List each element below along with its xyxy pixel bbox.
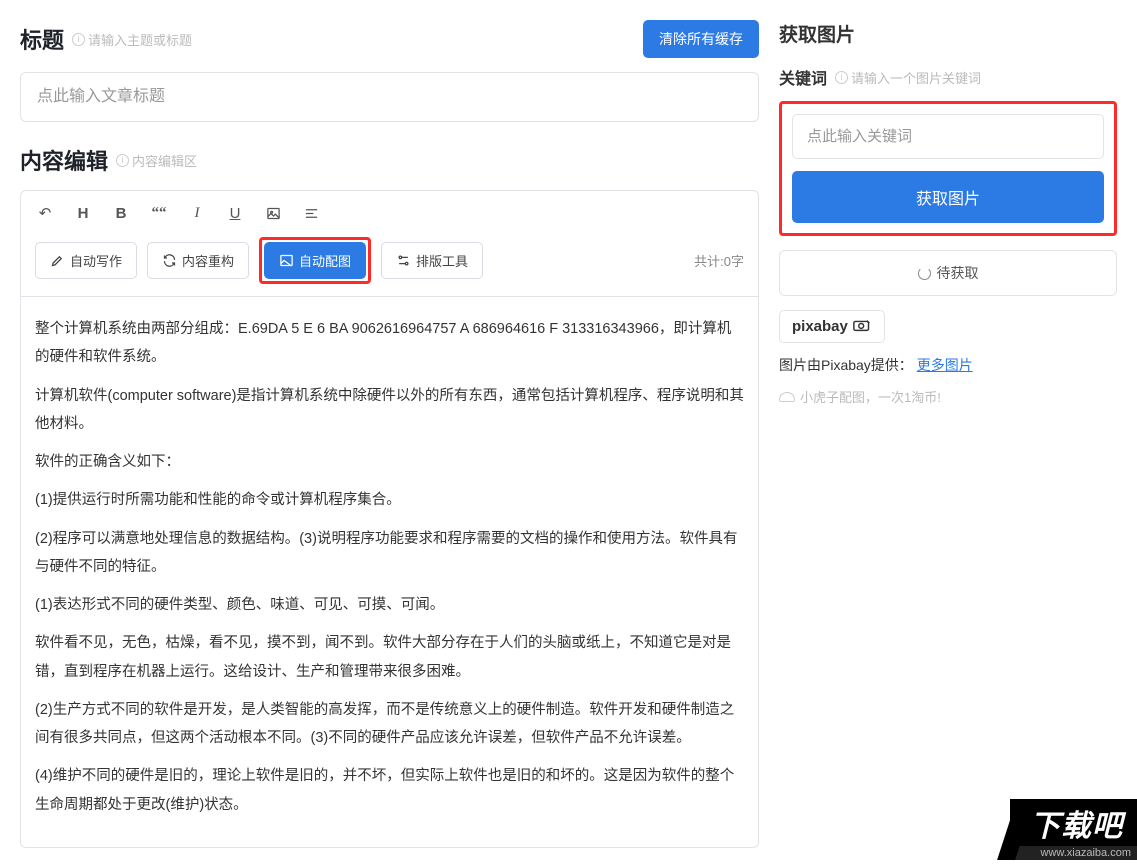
loading-icon — [918, 267, 931, 280]
editor-hint: i 内容编辑区 — [116, 151, 197, 170]
camera-icon — [852, 319, 872, 332]
editor-label: 内容编辑 — [20, 144, 108, 176]
more-images-link[interactable]: 更多图片 — [917, 357, 973, 373]
keyword-highlight-box: 获取图片 — [779, 101, 1117, 236]
paragraph: (4)维护不同的硬件是旧的，理论上软件是旧的，并不坏，但实际上软件也是旧的和坏的… — [35, 762, 744, 819]
paragraph: 软件看不见，无色，枯燥，看不见，摸不到，闻不到。软件大部分存在于人们的头脑或纸上… — [35, 629, 744, 686]
italic-icon[interactable]: I — [187, 203, 207, 223]
auto-image-highlight: 自动配图 — [259, 237, 371, 284]
cost-tip: 小虎子配图，一次1淘币! — [779, 387, 1117, 406]
bold-icon[interactable]: B — [111, 203, 131, 223]
pending-status: 待获取 — [779, 250, 1117, 296]
format-row: ↶ H B ““ I U — [35, 203, 744, 223]
layout-tool-button[interactable]: 排版工具 — [381, 242, 483, 279]
align-left-icon[interactable] — [301, 203, 321, 223]
keyword-hint: i 请输入一个图片关键词 — [835, 68, 981, 87]
refresh-icon — [162, 253, 177, 268]
watermark-text: 下载吧 — [1010, 799, 1137, 846]
paragraph: (2)生产方式不同的软件是开发，是人类智能的高发挥，而不是传统意义上的硬件制造。… — [35, 696, 744, 753]
watermark: 下载吧 www.xiazaiba.com — [1010, 799, 1137, 860]
sidebar-title: 获取图片 — [779, 20, 1117, 47]
info-icon: i — [116, 154, 129, 167]
paragraph: (1)提供运行时所需功能和性能的命令或计算机程序集合。 — [35, 486, 744, 514]
keyword-label: 关键词 — [779, 65, 827, 89]
layout-icon — [396, 253, 411, 268]
title-hint: i 请输入主题或标题 — [72, 30, 192, 49]
paragraph: 软件的正确含义如下： — [35, 448, 744, 476]
tool-button-row: 自动写作 内容重构 自动配图 排版工具 共计:0字 — [35, 237, 744, 284]
paragraph: 整个计算机系统由两部分组成：E.69DA 5 E 6 BA 9062616964… — [35, 315, 744, 372]
undo-icon[interactable]: ↶ — [35, 203, 55, 223]
editor-header: 内容编辑 i 内容编辑区 — [20, 144, 759, 176]
info-icon: i — [72, 33, 85, 46]
watermark-url: www.xiazaiba.com — [1010, 846, 1137, 860]
underline-icon[interactable]: U — [225, 203, 245, 223]
picture-icon — [279, 253, 294, 268]
clear-cache-button[interactable]: 清除所有缓存 — [643, 20, 759, 58]
pixabay-badge: pixabay — [779, 310, 885, 343]
fetch-image-button[interactable]: 获取图片 — [792, 171, 1104, 223]
main-column: 标题 i 请输入主题或标题 清除所有缓存 内容编辑 i 内容编辑区 ↶ H B … — [20, 20, 759, 848]
image-icon[interactable] — [263, 203, 283, 223]
article-title-input[interactable] — [20, 72, 759, 122]
quote-icon[interactable]: ““ — [149, 203, 169, 223]
word-count: 共计:0字 — [694, 251, 744, 270]
title-label: 标题 — [20, 23, 64, 55]
image-sidebar: 获取图片 关键词 i 请输入一个图片关键词 获取图片 待获取 pixabay 图… — [779, 20, 1117, 848]
info-icon: i — [835, 71, 848, 84]
title-header: 标题 i 请输入主题或标题 清除所有缓存 — [20, 20, 759, 58]
auto-image-button[interactable]: 自动配图 — [264, 242, 366, 279]
paragraph: (2)程序可以满意地处理信息的数据结构。(3)说明程序功能要求和程序需要的文档的… — [35, 525, 744, 582]
heading-icon[interactable]: H — [73, 203, 93, 223]
pencil-icon — [50, 253, 65, 268]
keyword-input[interactable] — [792, 114, 1104, 159]
keyword-row: 关键词 i 请输入一个图片关键词 — [779, 65, 1117, 89]
image-credit: 图片由Pixabay提供： 更多图片 — [779, 355, 1117, 375]
restructure-button[interactable]: 内容重构 — [147, 242, 249, 279]
paragraph: 计算机软件(computer software)是指计算机系统中除硬件以外的所有… — [35, 382, 744, 439]
auto-write-button[interactable]: 自动写作 — [35, 242, 137, 279]
editor-content[interactable]: 整个计算机系统由两部分组成：E.69DA 5 E 6 BA 9062616964… — [20, 297, 759, 848]
paragraph: (1)表达形式不同的硬件类型、颜色、味道、可见、可摸、可闻。 — [35, 591, 744, 619]
editor-toolbar: ↶ H B ““ I U 自动写作 内容重构 — [20, 190, 759, 297]
bowl-icon — [779, 392, 795, 402]
